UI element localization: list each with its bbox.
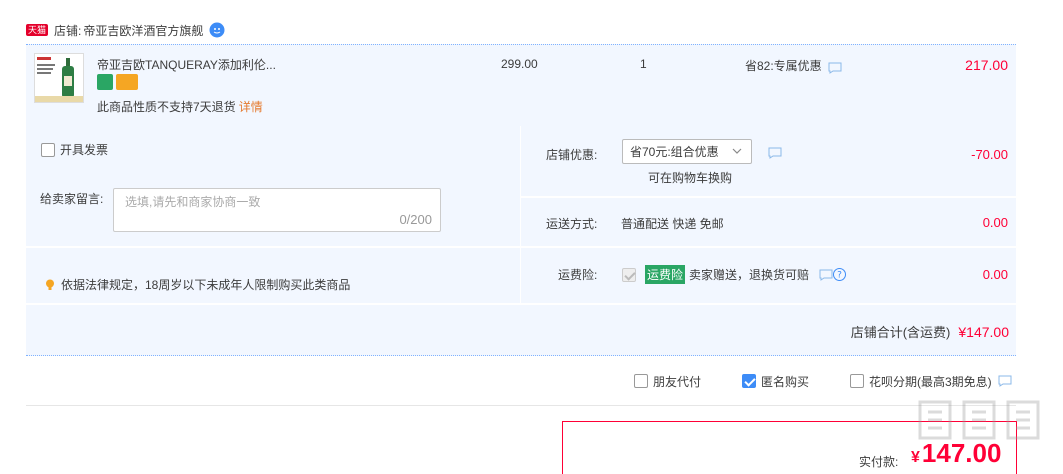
comment-icon[interactable] bbox=[828, 62, 842, 74]
seller-message-box[interactable]: 0/200 bbox=[113, 188, 441, 232]
anonymous-label: 匿名购买 bbox=[761, 374, 810, 389]
insurance-option: 运费险 卖家赠送，退换货可赔 ? bbox=[622, 265, 847, 284]
store-discount-label: 店铺优惠: bbox=[546, 148, 598, 162]
shop-total-label: 店铺合计(含运费) bbox=[850, 325, 951, 340]
store-discount-selected: 省70元:组合优惠 bbox=[630, 145, 719, 159]
row-divider bbox=[26, 246, 1016, 248]
shop-total: 店铺合计(含运费) ¥147.00 bbox=[851, 322, 1009, 341]
insurance-tag: 运费险 bbox=[645, 265, 686, 284]
comment-icon[interactable] bbox=[819, 269, 833, 281]
message-label: 给卖家留言: bbox=[40, 192, 104, 206]
product-thumbnail[interactable] bbox=[34, 53, 84, 103]
no-return-text: 此商品性质不支持7天退货 bbox=[97, 100, 236, 114]
anonymous-option[interactable]: 匿名购买 bbox=[742, 373, 809, 389]
huabei-option[interactable]: 花呗分期(最高3期免息) bbox=[850, 373, 1012, 389]
comment-icon[interactable] bbox=[998, 375, 1012, 387]
legal-notice: 依据法律规定，18周岁以下未成年人限制购买此类商品 bbox=[45, 276, 350, 293]
shipping-method: 普通配送 快递 免邮 bbox=[621, 217, 724, 231]
product-image-icon bbox=[35, 54, 83, 102]
comment-icon[interactable] bbox=[768, 147, 782, 159]
legal-notice-text: 依据法律规定，18周岁以下未成年人限制购买此类商品 bbox=[61, 278, 351, 292]
svg-text:?: ? bbox=[837, 271, 842, 281]
order-details-panel: 开具发票 给卖家留言: 0/200 依据法律规定，18周岁以下未成年人限制购买此… bbox=[26, 126, 1016, 356]
no-return-notice: 此商品性质不支持7天退货 详情 bbox=[97, 98, 263, 115]
product-title-link[interactable]: 帝亚吉欧TANQUERAY添加利伦... bbox=[97, 56, 276, 73]
tmall-badge: 天猫 bbox=[26, 24, 49, 36]
chevron-down-icon bbox=[732, 148, 742, 154]
help-icon[interactable]: ? bbox=[833, 268, 847, 281]
friend-pay-checkbox[interactable] bbox=[634, 374, 648, 388]
order-item-row: 帝亚吉欧TANQUERAY添加利伦... 此商品性质不支持7天退货 详情 299.… bbox=[26, 44, 1016, 126]
shop-name-link[interactable]: 帝亚吉欧洋酒官方旗舰 bbox=[83, 22, 203, 39]
watermark-logo bbox=[918, 400, 1040, 440]
cart-exchange-hint: 可在购物车换购 bbox=[648, 171, 733, 185]
item-subtotal: 217.00 bbox=[965, 57, 1008, 73]
lightbulb-icon bbox=[46, 279, 54, 290]
invoice-label: 开具发票 bbox=[60, 143, 109, 157]
service-icons bbox=[97, 74, 138, 90]
credit-card-icon[interactable] bbox=[116, 74, 138, 90]
payment-label: 实付款: bbox=[859, 455, 899, 469]
friend-pay-option[interactable]: 朋友代付 bbox=[634, 373, 701, 389]
insurance-checkbox bbox=[622, 267, 636, 282]
insurance-amount: 0.00 bbox=[982, 267, 1008, 282]
message-char-count: 0/200 bbox=[399, 212, 432, 227]
store-discount-amount: -70.00 bbox=[971, 147, 1008, 162]
panel-divider bbox=[520, 126, 521, 303]
item-discount: 省82:专属优惠 bbox=[745, 57, 842, 74]
item-discount-text: 省82:专属优惠 bbox=[745, 59, 822, 73]
seller-message-input[interactable] bbox=[125, 195, 425, 209]
shipping-label: 运送方式: bbox=[546, 217, 598, 231]
details-link[interactable]: 详情 bbox=[239, 100, 263, 114]
wangwang-chat-icon[interactable] bbox=[209, 22, 225, 38]
unit-price: 299.00 bbox=[501, 57, 538, 71]
row-divider bbox=[520, 196, 1016, 198]
insurance-text: 卖家赠送，退换货可赔 bbox=[689, 268, 810, 282]
insurance-label: 运费险: bbox=[558, 268, 598, 282]
store-discount-select[interactable]: 省70元:组合优惠 bbox=[622, 139, 752, 164]
anonymous-checkbox[interactable] bbox=[742, 374, 756, 388]
row-divider bbox=[26, 303, 1016, 305]
guarantee-icon[interactable] bbox=[97, 74, 113, 90]
shipping-amount: 0.00 bbox=[982, 215, 1008, 230]
invoice-option[interactable]: 开具发票 bbox=[41, 141, 108, 158]
shop-label: 店铺: bbox=[54, 23, 82, 38]
shop-total-value: ¥147.00 bbox=[958, 323, 1009, 340]
friend-pay-label: 朋友代付 bbox=[653, 374, 702, 389]
invoice-checkbox[interactable] bbox=[41, 142, 55, 157]
section-divider bbox=[26, 405, 1016, 406]
shop-header: 天猫 店铺: 帝亚吉欧洋酒官方旗舰 bbox=[26, 18, 225, 42]
huabei-label: 花呗分期(最高3期免息) bbox=[869, 374, 992, 389]
item-quantity: 1 bbox=[640, 57, 647, 71]
huabei-checkbox[interactable] bbox=[850, 374, 864, 388]
